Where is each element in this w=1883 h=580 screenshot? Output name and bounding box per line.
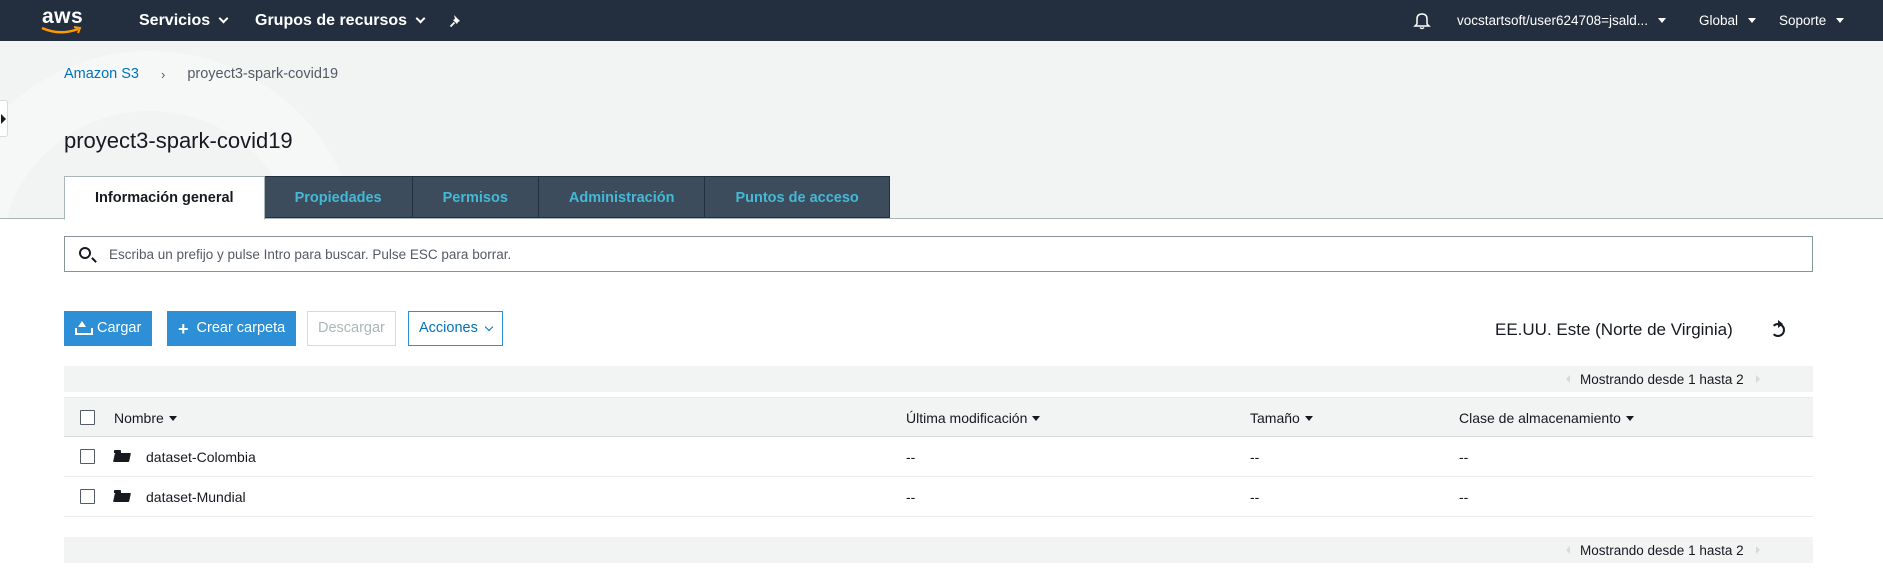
- bell-icon: [1413, 13, 1431, 30]
- column-storage-class[interactable]: Clase de almacenamiento: [1459, 410, 1634, 426]
- folder-icon: [114, 490, 130, 502]
- create-folder-label: Crear carpeta: [196, 320, 286, 336]
- tab-properties[interactable]: Propiedades: [263, 176, 413, 218]
- column-size-label: Tamaño: [1250, 410, 1300, 426]
- create-folder-button[interactable]: + Crear carpeta: [167, 311, 297, 346]
- services-label: Servicios: [139, 12, 211, 29]
- last-modified-cell: --: [906, 489, 916, 505]
- caret-down-icon: [1836, 18, 1845, 23]
- upload-icon: [75, 320, 93, 335]
- tab-access-points[interactable]: Puntos de acceso: [704, 176, 890, 218]
- services-menu[interactable]: Servicios: [139, 0, 229, 41]
- actions-dropdown[interactable]: Acciones: [408, 311, 503, 346]
- resource-groups-label: Grupos de recursos: [255, 12, 408, 29]
- last-modified-cell: --: [906, 449, 916, 465]
- column-name-label: Nombre: [114, 410, 164, 426]
- bucket-region: EE.UU. Este (Norte de Virginia): [1495, 320, 1733, 339]
- pagination-top: Mostrando desde 1 hasta 2: [64, 366, 1813, 392]
- pagination-bottom: Mostrando desde 1 hasta 2: [64, 537, 1813, 563]
- column-size[interactable]: Tamaño: [1250, 410, 1313, 426]
- folder-icon: [114, 450, 130, 462]
- column-name[interactable]: Nombre: [114, 410, 177, 426]
- select-all-checkbox[interactable]: [80, 410, 95, 425]
- sidebar-toggle[interactable]: [0, 100, 8, 137]
- pin-button[interactable]: [449, 0, 463, 41]
- pagination-label: Mostrando desde 1 hasta 2: [1580, 543, 1744, 558]
- chevron-down-icon: [415, 13, 426, 24]
- column-last-modified[interactable]: Última modificación: [906, 410, 1041, 426]
- resource-groups-menu[interactable]: Grupos de recursos: [255, 0, 426, 41]
- actions-label: Acciones: [419, 320, 478, 336]
- storage-class-cell: --: [1459, 489, 1469, 505]
- page-title: proyect3-spark-covid19: [64, 128, 293, 153]
- table-row[interactable]: dataset-Mundial -- -- --: [64, 477, 1813, 517]
- next-page-icon[interactable]: [1756, 546, 1760, 554]
- search-box: [64, 236, 1813, 272]
- aws-smile-icon: [41, 26, 82, 34]
- download-button[interactable]: Descargar: [307, 311, 396, 346]
- search-icon: [79, 247, 91, 259]
- upload-label: Cargar: [97, 320, 142, 336]
- previous-page-icon[interactable]: [1566, 546, 1570, 554]
- size-cell: --: [1250, 489, 1260, 505]
- tab-permissions[interactable]: Permisos: [411, 176, 539, 218]
- column-last-modified-label: Última modificación: [906, 410, 1028, 426]
- caret-down-icon: [1657, 18, 1666, 23]
- region-menu-label: Global: [1699, 13, 1739, 28]
- sort-icon: [1032, 415, 1041, 421]
- row-checkbox[interactable]: [80, 489, 95, 504]
- download-label: Descargar: [318, 320, 385, 336]
- storage-class-cell: --: [1459, 449, 1469, 465]
- expand-icon: [1, 114, 6, 124]
- breadcrumb-current: proyect3-spark-covid19: [187, 66, 339, 82]
- previous-page-icon[interactable]: [1566, 375, 1570, 383]
- account-label: vocstartsoft/user624708=jsald...: [1457, 13, 1648, 28]
- next-page-icon[interactable]: [1756, 375, 1760, 383]
- support-menu[interactable]: Soporte: [1779, 0, 1845, 41]
- caret-down-icon: [1748, 18, 1757, 23]
- size-cell: --: [1250, 449, 1260, 465]
- sort-icon: [1625, 415, 1634, 421]
- tab-management[interactable]: Administración: [537, 176, 706, 218]
- breadcrumb-separator: ›: [160, 66, 166, 82]
- folder-link[interactable]: dataset-Colombia: [146, 449, 256, 465]
- refresh-icon[interactable]: [1771, 320, 1785, 337]
- sort-icon: [1304, 415, 1313, 421]
- top-navigation-bar: aws Servicios Grupos de recursos vocstar…: [0, 0, 1883, 41]
- pagination-label: Mostrando desde 1 hasta 2: [1580, 372, 1744, 387]
- plus-icon: +: [178, 318, 189, 339]
- table-header: Nombre Última modificación Tamaño Clase …: [64, 397, 1813, 437]
- folder-link[interactable]: dataset-Mundial: [146, 489, 246, 505]
- row-checkbox[interactable]: [80, 449, 95, 464]
- account-menu[interactable]: vocstartsoft/user624708=jsald...: [1457, 0, 1666, 41]
- upload-button[interactable]: Cargar: [64, 311, 153, 346]
- tab-overview[interactable]: Información general: [64, 176, 265, 220]
- chevron-down-icon: [218, 13, 229, 24]
- column-storage-class-label: Clase de almacenamiento: [1459, 410, 1621, 426]
- sort-icon: [168, 415, 177, 421]
- region-menu[interactable]: Global: [1699, 0, 1757, 41]
- search-input[interactable]: [109, 237, 1799, 271]
- breadcrumb: Amazon S3 › proyect3-spark-covid19: [64, 66, 338, 82]
- table-row[interactable]: dataset-Colombia -- -- --: [64, 437, 1813, 477]
- support-label: Soporte: [1779, 13, 1827, 28]
- pin-icon: [449, 14, 460, 27]
- chevron-down-icon: [484, 322, 494, 331]
- breadcrumb-amazon-s3[interactable]: Amazon S3: [64, 66, 139, 82]
- notifications-button[interactable]: [1413, 0, 1431, 41]
- aws-logo[interactable]: aws: [40, 4, 86, 36]
- tab-bar: Información general Propiedades Permisos…: [64, 176, 890, 220]
